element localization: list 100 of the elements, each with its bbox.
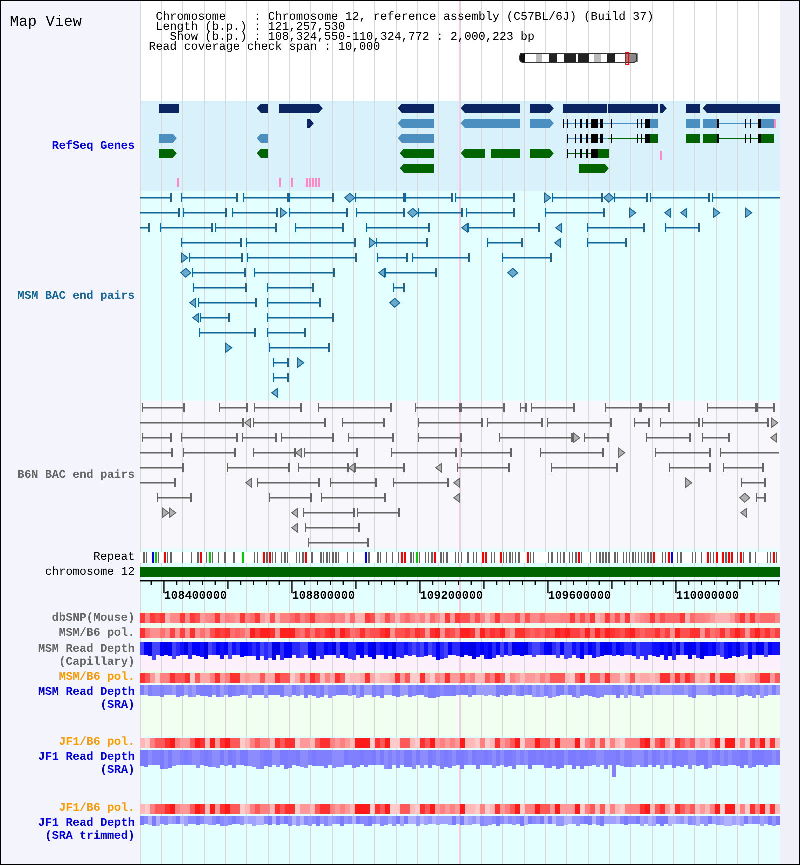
- gene-feature: [563, 104, 607, 113]
- end-marker: [554, 238, 562, 248]
- end-marker: [389, 298, 401, 308]
- bac-end-pair: [669, 464, 711, 472]
- bac-end-pair: [160, 224, 213, 232]
- end-marker: [461, 222, 468, 234]
- end-marker: [435, 462, 442, 474]
- bac-end-pair: [461, 448, 512, 458]
- bac-end-pair: [321, 494, 386, 502]
- bac-end-pair: [267, 328, 306, 338]
- bac-end-pair: [140, 464, 184, 472]
- bac-end-pair: [355, 464, 405, 472]
- feature-mark: [177, 178, 179, 187]
- bac-end-pair: [304, 448, 358, 458]
- bac-end-pair: [587, 224, 645, 232]
- info-line: Chromosome : Chromosome 12, reference assembly (C57BL/6J) (Build 37): [155, 12, 654, 22]
- bac-end-pair: [366, 224, 430, 232]
- feature-mark: [660, 151, 662, 160]
- region-marker: [626, 52, 630, 65]
- gene-feature: [461, 104, 520, 113]
- bac-end-pair: [140, 478, 176, 488]
- bac-end-pair: [267, 298, 321, 308]
- axis-label: 109600000: [548, 589, 612, 603]
- feature-mark: [279, 178, 281, 187]
- bac-end-pair: [215, 224, 277, 232]
- gene-feature: [279, 104, 323, 113]
- end-marker: [192, 312, 200, 324]
- gene-feature: [686, 104, 700, 113]
- bac-end-pair: [181, 434, 238, 442]
- bac-end-pair: [461, 404, 505, 412]
- bac-end-pair: [605, 404, 641, 412]
- end-marker: [772, 418, 779, 428]
- bac-end-pair: [273, 358, 289, 368]
- track-label: MSM Read Depth (Capillary): [38, 643, 135, 669]
- track-label: chromosome 12: [45, 566, 135, 578]
- bac-end-pair: [330, 478, 377, 488]
- end-marker: [630, 208, 637, 218]
- bac-end-pair: [547, 418, 612, 428]
- bac-end-pair: [487, 418, 543, 428]
- end-marker: [291, 508, 298, 518]
- bac-end-pair: [468, 224, 540, 232]
- end-marker: [507, 268, 519, 278]
- bac-end-pair: [267, 284, 314, 292]
- gene-feature: [608, 104, 658, 113]
- bac-end-pair: [587, 238, 627, 248]
- bac-end-pair: [142, 434, 172, 442]
- bac-end-pair: [232, 208, 278, 218]
- gene-feature: [491, 149, 520, 158]
- bac-end-pair: [391, 448, 457, 458]
- track-label: JF1/B6 pol.: [59, 736, 135, 749]
- track-label: MSM/B6 pol.: [59, 627, 135, 640]
- bac-end-pair: [756, 494, 766, 502]
- bac-end-pair: [641, 404, 670, 412]
- bac-end-pair: [342, 418, 385, 428]
- bac-end-pair: [273, 374, 289, 382]
- gene-feature: [257, 104, 268, 113]
- gene-model: [703, 134, 774, 143]
- axis-label: 109200000: [420, 589, 484, 603]
- axis-label: 108800000: [292, 589, 356, 603]
- gene-feature: [307, 119, 314, 128]
- bac-end-pair: [281, 434, 334, 442]
- end-marker: [544, 192, 552, 204]
- bac-end-pair: [219, 404, 248, 412]
- bac-end-pair: [267, 314, 334, 322]
- bac-end-pair: [348, 434, 394, 442]
- bac-end-pair: [289, 194, 334, 202]
- bac-end-pair: [242, 434, 277, 442]
- bac-end-pair: [540, 448, 604, 458]
- gene-feature: [398, 134, 434, 143]
- bac-end-pair: [181, 238, 242, 248]
- end-marker: [740, 508, 748, 518]
- track-label: dbSNP(Mouse): [52, 612, 135, 625]
- bac-end-pair: [646, 434, 691, 442]
- end-marker: [453, 492, 460, 504]
- bac-end-pair: [181, 194, 238, 202]
- end-marker: [271, 388, 278, 398]
- bac-end-pair: [253, 448, 296, 458]
- end-marker: [603, 192, 615, 204]
- end-marker: [348, 462, 356, 474]
- bac-end-pair: [193, 284, 247, 292]
- bac-end-pair: [418, 418, 483, 428]
- gene-feature: [257, 149, 268, 158]
- end-marker: [180, 268, 192, 278]
- info-line: Length (b.p.) : 121,257,530: [155, 22, 346, 32]
- panel-title: Map View: [10, 14, 82, 31]
- track-label: MSM Read Depth (SRA): [38, 686, 135, 712]
- end-marker: [280, 208, 288, 218]
- bac-end-pair: [487, 238, 523, 248]
- end-marker: [189, 298, 196, 308]
- bac-end-pair: [198, 298, 257, 308]
- gene-feature: [159, 104, 179, 113]
- bac-end-pair: [614, 194, 648, 202]
- bac-end-pair: [418, 208, 463, 218]
- track-label: Repeat: [94, 550, 135, 564]
- gene-feature: [461, 149, 485, 158]
- bac-end-pair: [355, 194, 405, 202]
- bac-end-pair: [140, 448, 173, 458]
- track-label: JF1 Read Depth (SRA trimmed): [38, 817, 135, 843]
- bac-end-pair: [545, 208, 605, 218]
- bac-end-pair: [741, 478, 766, 488]
